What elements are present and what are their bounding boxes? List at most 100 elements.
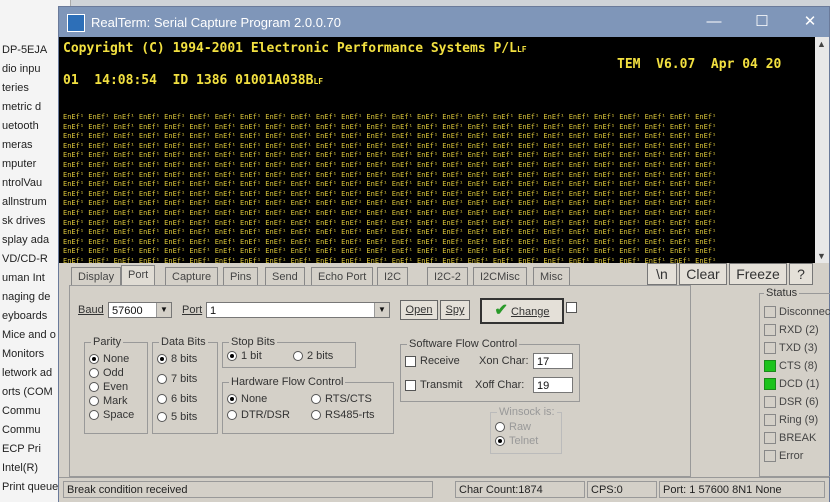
hw-flow-rts-cts[interactable]: RTS/CTS (311, 393, 372, 405)
tab-capture[interactable]: Capture (165, 267, 219, 286)
scroll-up-icon[interactable]: ▲ (817, 39, 826, 49)
data-bits-7[interactable]: 7 bits (157, 373, 197, 385)
led-icon (764, 360, 776, 373)
stop-bits-2[interactable]: 2 bits (293, 350, 333, 362)
winsock-telnet[interactable]: Telnet (495, 435, 538, 447)
hw-flow-none[interactable]: None (227, 393, 267, 405)
status-txd: TXD (3) (764, 342, 818, 355)
realterm-window: RealTerm: Serial Capture Program 2.0.0.7… (58, 6, 830, 502)
status-disconnect: Disconnect (764, 306, 830, 319)
parity-odd[interactable]: Odd (89, 367, 124, 379)
xoff-label: Xoff Char: (475, 379, 525, 391)
led-icon (764, 396, 776, 409)
parity-space[interactable]: Space (89, 409, 134, 421)
terminal-line-version: TEM V6.07 Apr 04 20 (617, 57, 782, 72)
hw-flow-dtr-dsr[interactable]: DTR/DSR (227, 409, 290, 421)
port-label: Port (182, 304, 203, 316)
status-message: Break condition received (63, 481, 433, 498)
change-button[interactable]: ✔ Change (480, 298, 564, 324)
xon-label: Xon Char: (479, 355, 529, 367)
status-break: BREAK (764, 432, 816, 445)
parity-even[interactable]: Even (89, 381, 128, 393)
led-icon (764, 324, 776, 337)
newline-button[interactable]: \n (647, 263, 677, 285)
xoff-input[interactable]: 19 (533, 377, 573, 393)
baud-label: Baud (78, 304, 104, 316)
led-icon (764, 342, 776, 355)
change-checkbox[interactable] (566, 302, 577, 313)
clear-button[interactable]: Clear (679, 263, 727, 285)
status-dcd: DCD (1) (764, 378, 819, 391)
terminal-line-id: 01 14:08:54 ID 1386 01001A038BLF (63, 73, 324, 88)
terminal-garbage-data: EnEf¹ EnEf¹ EnEf¹ EnEf¹ EnEf¹ EnEf¹ EnEf… (63, 113, 717, 263)
tab-display[interactable]: Display (71, 267, 122, 286)
char-count: Char Count:1874 (455, 481, 585, 498)
tab-send[interactable]: Send (265, 267, 305, 286)
help-button[interactable]: ? (789, 263, 813, 285)
parity-none[interactable]: None (89, 353, 129, 365)
data-bits-group: Data Bits 8 bits 7 bits 6 bits 5 bits (152, 336, 218, 434)
led-icon (764, 450, 776, 463)
baud-select[interactable]: 57600 ▼ (108, 302, 172, 318)
led-icon (764, 378, 776, 391)
tab-pins[interactable]: Pins (223, 267, 259, 286)
status-bar: Break condition received Char Count:1874… (59, 477, 829, 502)
terminal-scrollbar[interactable]: ▲ ▼ (815, 37, 829, 263)
parity-title: Parity (91, 336, 124, 348)
parity-mark[interactable]: Mark (89, 395, 127, 407)
tab-i2c-2[interactable]: I2C-2 (427, 267, 468, 286)
checkmark-icon: ✔ (494, 302, 508, 319)
terminal-display[interactable]: Copyright (C) 1994-2001 Electronic Perfo… (59, 37, 817, 263)
data-bits-8[interactable]: 8 bits (157, 353, 197, 365)
status-error: Error (764, 450, 803, 463)
data-bits-5[interactable]: 5 bits (157, 411, 197, 423)
spy-button[interactable]: Spy (440, 300, 470, 320)
window-title: RealTerm: Serial Capture Program 2.0.0.7… (91, 15, 342, 30)
chevron-down-icon[interactable]: ▼ (374, 303, 389, 317)
open-button[interactable]: Open (400, 300, 438, 320)
winsock-group: Winsock is: Raw Telnet (490, 406, 562, 454)
title-bar: RealTerm: Serial Capture Program 2.0.0.7… (59, 7, 829, 37)
led-icon (764, 306, 776, 319)
terminal-line-copyright: Copyright (C) 1994-2001 Electronic Perfo… (63, 41, 527, 56)
app-icon (67, 14, 85, 32)
stop-bits-1[interactable]: 1 bit (227, 350, 262, 362)
hw-flow-rs485[interactable]: RS485-rts (311, 409, 375, 421)
port-select[interactable]: 1 ▼ (206, 302, 390, 318)
hardware-flow-title: Hardware Flow Control (229, 376, 346, 388)
winsock-raw[interactable]: Raw (495, 421, 531, 433)
tab-misc[interactable]: Misc (533, 267, 570, 286)
software-flow-title: Software Flow Control (407, 338, 520, 350)
freeze-button[interactable]: Freeze (729, 263, 787, 285)
data-bits-6[interactable]: 6 bits (157, 393, 197, 405)
tab-i2c[interactable]: I2C (377, 267, 409, 286)
port-settings-panel: Baud 57600 ▼ Port 1 ▼ Open Spy ✔ Change Pa… (69, 285, 691, 477)
status-ring: Ring (9) (764, 414, 818, 427)
close-button[interactable]: ✕ (795, 11, 825, 33)
status-rxd: RXD (2) (764, 324, 819, 337)
sw-flow-transmit[interactable]: Transmit (405, 379, 462, 391)
xon-input[interactable]: 17 (533, 353, 573, 369)
port-info: Port: 1 57600 8N1 None (659, 481, 825, 498)
tab-echo-port[interactable]: Echo Port (311, 267, 374, 286)
scroll-down-icon[interactable]: ▼ (817, 251, 826, 261)
tab-i2cmisc[interactable]: I2CMisc (473, 267, 527, 286)
led-icon (764, 414, 776, 427)
sw-flow-receive[interactable]: Receive (405, 355, 460, 367)
tab-port[interactable]: Port (121, 265, 156, 286)
stop-bits-title: Stop Bits (229, 336, 278, 348)
stop-bits-group: Stop Bits 1 bit 2 bits (222, 336, 356, 368)
data-bits-title: Data Bits (159, 336, 208, 348)
minimize-button[interactable]: — (699, 11, 729, 33)
status-panel: Status Disconnect RXD (2) TXD (3) CTS (8… (759, 287, 830, 477)
hardware-flow-group: Hardware Flow Control None RTS/CTS DTR/D… (222, 376, 394, 434)
chevron-down-icon[interactable]: ▼ (156, 303, 171, 317)
software-flow-group: Software Flow Control Receive Xon Char: … (400, 338, 580, 402)
status-title: Status (764, 287, 800, 299)
status-cts: CTS (8) (764, 360, 818, 373)
status-dsr: DSR (6) (764, 396, 819, 409)
maximize-button[interactable]: ☐ (747, 11, 777, 33)
winsock-title: Winsock is: (497, 406, 557, 418)
cps-readout: CPS:0 (587, 481, 657, 498)
parity-group: Parity None Odd Even Mark Space (84, 336, 148, 434)
